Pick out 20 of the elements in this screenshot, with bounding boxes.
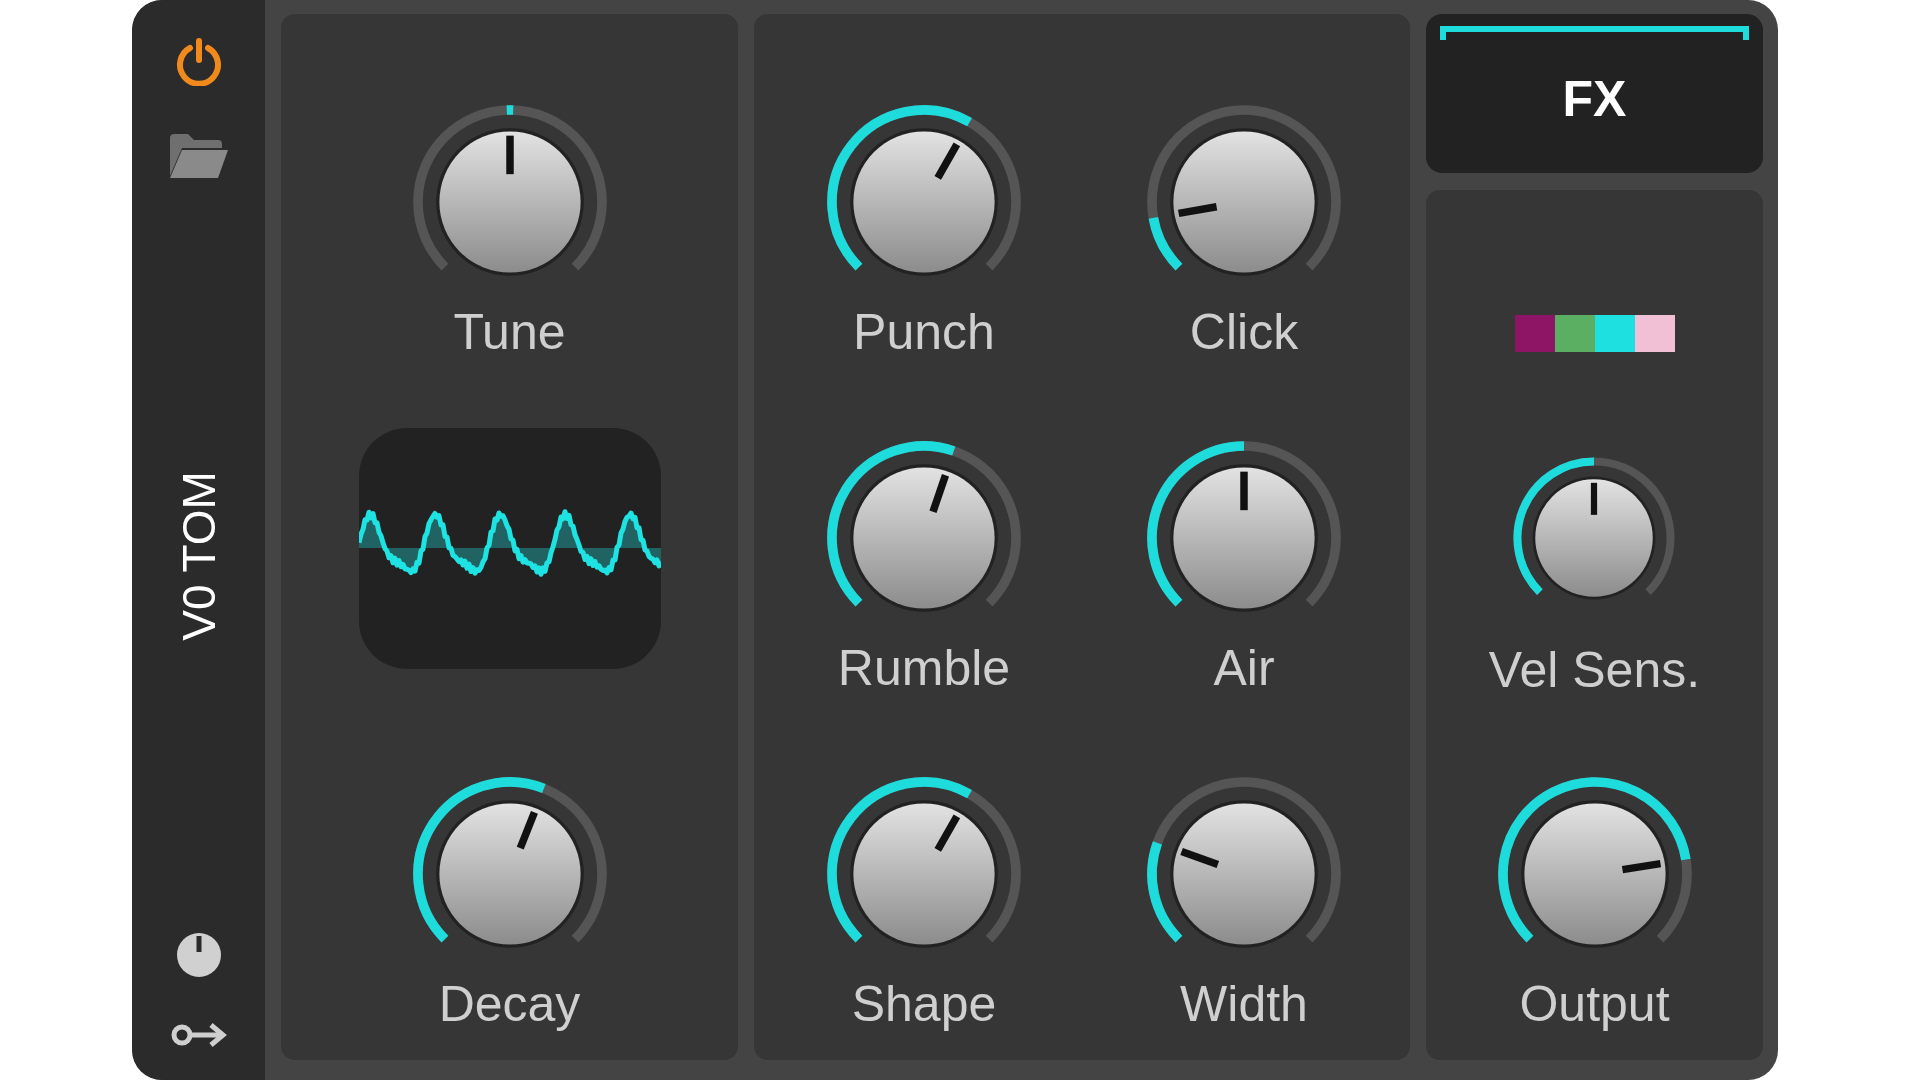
- folder-icon[interactable]: [167, 132, 230, 180]
- power-icon[interactable]: [174, 38, 223, 86]
- knob-label: Vel Sens.: [1488, 641, 1701, 699]
- color-swatch[interactable]: [1554, 315, 1595, 352]
- color-swatch[interactable]: [1514, 315, 1555, 352]
- knob-label: Width: [1180, 975, 1308, 1033]
- key-icon[interactable]: [170, 1020, 227, 1050]
- knob-label: Decay: [438, 975, 581, 1033]
- knob-label: Tune: [453, 303, 566, 361]
- knob-label: Air: [1213, 639, 1275, 697]
- fx-button[interactable]: FX: [1426, 14, 1763, 173]
- knob-label: Punch: [853, 303, 995, 361]
- knob-label: Shape: [851, 975, 997, 1033]
- knob-label: Output: [1519, 975, 1670, 1033]
- knob-label: Click: [1189, 303, 1299, 361]
- knob-label: Rumble: [837, 639, 1011, 697]
- dial-icon[interactable]: [175, 932, 222, 978]
- color-swatch[interactable]: [1634, 315, 1675, 352]
- device-title: V0 TOM: [171, 471, 226, 641]
- color-swatch[interactable]: [1594, 315, 1635, 352]
